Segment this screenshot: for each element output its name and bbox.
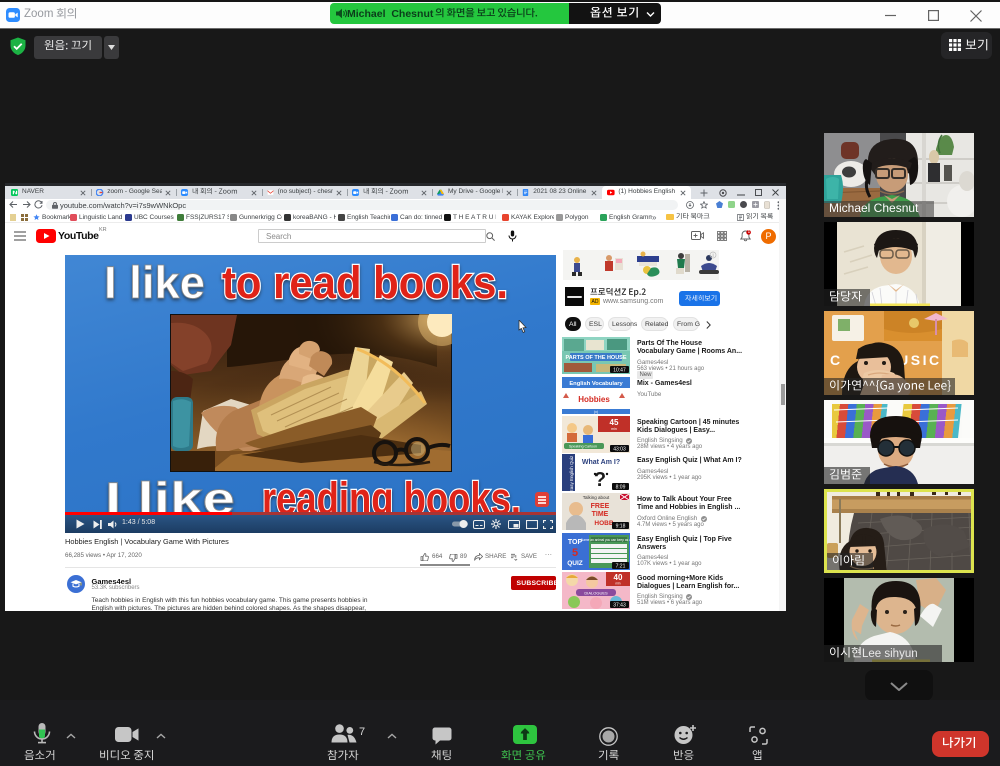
svg-text:English Vocabulary: English Vocabulary [569,381,623,387]
svg-text:C: C [830,352,840,368]
svg-text:QUIZ: QUIZ [567,560,583,567]
svg-text:7:21: 7:21 [616,563,626,569]
svg-text:min: min [615,581,620,585]
svg-text:37:43: 37:43 [613,602,626,608]
svg-text:What Am I?: What Am I? [582,459,620,466]
svg-text:i: i [712,253,713,259]
svg-text:Hobbies: Hobbies [578,395,610,404]
svg-text:FREE: FREE [591,503,610,510]
svg-text:43:03: 43:03 [613,446,626,452]
svg-text:Speaking Cartoon: Speaking Cartoon [569,444,597,448]
svg-text:HOBB: HOBB [594,520,613,527]
svg-text:Easy English Quiz: Easy English Quiz [569,455,574,491]
svg-text:TIME: TIME [592,511,609,518]
svg-text:I like to read books.: I like to read books. [104,257,508,308]
svg-text:(x): (x) [594,410,598,414]
svg-text:min: min [611,427,617,431]
svg-text:5: 5 [572,547,578,559]
svg-text:?: ? [594,469,606,491]
svg-text:Name an animal you can keep as: Name an animal you can keep as a pet. [581,538,630,542]
svg-text:9:18: 9:18 [616,524,626,530]
svg-text:10:47: 10:47 [613,368,626,374]
svg-text:PARTS OF THE HOUSE: PARTS OF THE HOUSE [565,355,626,361]
svg-text:DIALOGUES: DIALOGUES [584,590,608,595]
svg-text:Talking about: Talking about [583,495,610,500]
svg-text:45: 45 [610,418,619,427]
svg-text:8:09: 8:09 [616,485,626,491]
